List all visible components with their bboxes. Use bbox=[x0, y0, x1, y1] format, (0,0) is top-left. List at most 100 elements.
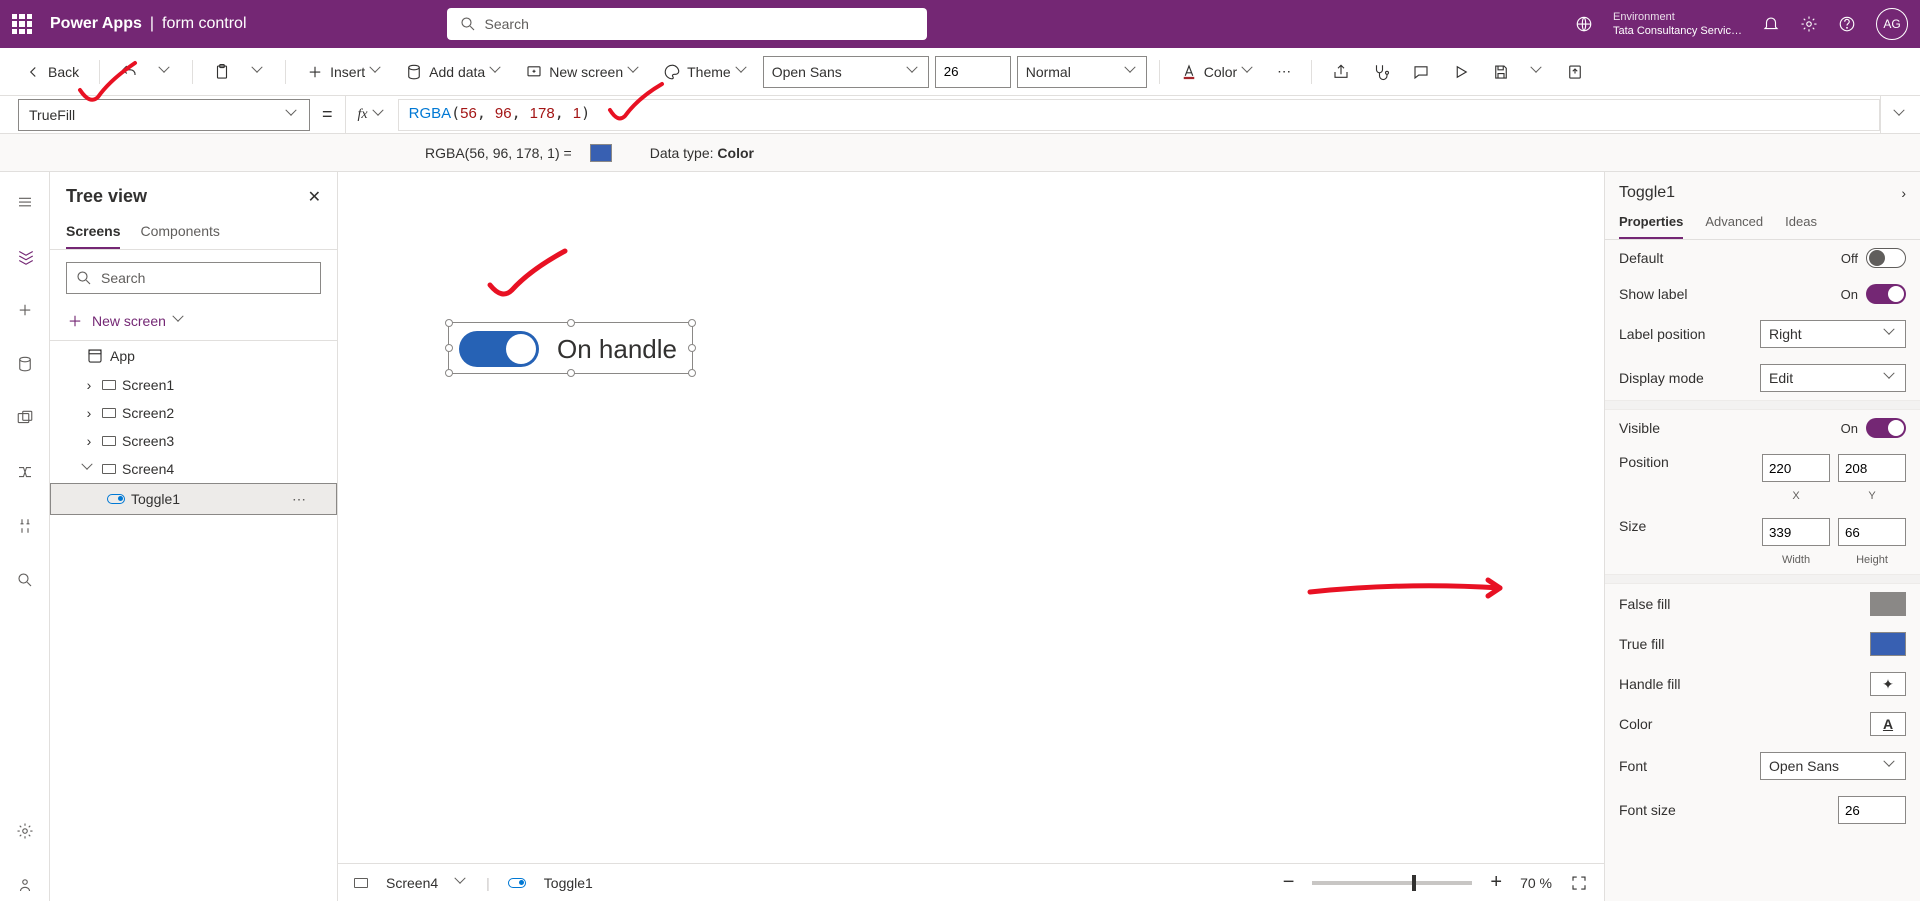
share-button[interactable] bbox=[1324, 59, 1358, 85]
prop-color-color[interactable]: A bbox=[1870, 712, 1906, 736]
selection-frame[interactable]: On handle bbox=[448, 322, 693, 374]
search-icon bbox=[459, 15, 477, 33]
new-screen-button[interactable]: New screen bbox=[517, 59, 649, 85]
prop-handlefill-color[interactable]: ✦ bbox=[1870, 672, 1906, 696]
zoom-in-button[interactable]: + bbox=[1490, 871, 1502, 894]
color-button[interactable]: Color bbox=[1172, 59, 1263, 85]
save-dropdown[interactable] bbox=[1524, 62, 1552, 82]
design-canvas[interactable]: On handle ◂▸ bbox=[338, 172, 1604, 901]
app-header: Power Apps|form control Search Environme… bbox=[0, 0, 1920, 48]
overflow-button[interactable]: ⋯ bbox=[1269, 59, 1299, 84]
resize-handle[interactable] bbox=[688, 369, 696, 377]
prop-height-input[interactable] bbox=[1838, 518, 1906, 546]
status-control[interactable]: Toggle1 bbox=[544, 875, 593, 891]
app-launcher-icon[interactable] bbox=[12, 14, 32, 34]
prop-truefill-color[interactable] bbox=[1870, 632, 1906, 656]
theme-button[interactable]: Theme bbox=[655, 59, 757, 85]
tree-node-screen[interactable]: ›Screen3 bbox=[50, 427, 337, 455]
rail-tools[interactable] bbox=[9, 510, 41, 542]
prop-default-toggle[interactable] bbox=[1866, 248, 1906, 268]
next-control-button[interactable]: › bbox=[1901, 185, 1906, 201]
expand-formula-button[interactable] bbox=[1880, 96, 1920, 133]
tab-advanced[interactable]: Advanced bbox=[1705, 206, 1763, 239]
rail-flows[interactable] bbox=[9, 456, 41, 488]
save-button[interactable] bbox=[1484, 59, 1518, 85]
font-weight-select[interactable]: Normal bbox=[1017, 56, 1147, 88]
tab-components[interactable]: Components bbox=[140, 215, 219, 249]
status-screen[interactable]: Screen4 bbox=[386, 875, 438, 891]
gear-icon[interactable] bbox=[1800, 15, 1818, 33]
tree-node-toggle[interactable]: Toggle1 ⋯ bbox=[50, 483, 337, 515]
resize-handle[interactable] bbox=[445, 319, 453, 327]
tree-node-screen[interactable]: ›Screen2 bbox=[50, 399, 337, 427]
tree-node-app[interactable]: App bbox=[50, 341, 337, 371]
toggle-switch[interactable] bbox=[459, 331, 539, 367]
rail-virtual-agent[interactable] bbox=[9, 869, 41, 901]
prop-visible-toggle[interactable] bbox=[1866, 418, 1906, 438]
paste-button[interactable] bbox=[205, 59, 239, 85]
rail-insert[interactable] bbox=[9, 294, 41, 326]
paste-dropdown[interactable] bbox=[245, 62, 273, 82]
property-select[interactable]: TrueFill bbox=[18, 99, 310, 131]
insert-button[interactable]: Insert bbox=[298, 59, 391, 85]
resize-handle[interactable] bbox=[567, 319, 575, 327]
formula-input[interactable]: RGBA(56, 96, 178, 1) bbox=[398, 99, 1880, 131]
prop-displaymode-select[interactable]: Edit bbox=[1760, 364, 1906, 392]
fx-button[interactable]: fx bbox=[345, 96, 398, 133]
help-icon[interactable] bbox=[1838, 15, 1856, 33]
back-button[interactable]: Back bbox=[16, 59, 87, 85]
tab-ideas[interactable]: Ideas bbox=[1785, 206, 1817, 239]
tree-new-screen[interactable]: New screen bbox=[50, 306, 337, 336]
resize-handle[interactable] bbox=[567, 369, 575, 377]
undo-button[interactable] bbox=[112, 59, 146, 85]
node-more-button[interactable]: ⋯ bbox=[292, 491, 308, 508]
rail-media[interactable] bbox=[9, 402, 41, 434]
checker-button[interactable] bbox=[1364, 59, 1398, 85]
bell-icon[interactable] bbox=[1762, 15, 1780, 33]
prop-labelpos-select[interactable]: Right bbox=[1760, 320, 1906, 348]
share-icon bbox=[1332, 63, 1350, 81]
tree-node-screen[interactable]: ›Screen1 bbox=[50, 371, 337, 399]
preview-button[interactable] bbox=[1444, 59, 1478, 85]
rail-settings[interactable] bbox=[9, 815, 41, 847]
close-tree-button[interactable]: ✕ bbox=[308, 187, 321, 207]
rail-data[interactable] bbox=[9, 348, 41, 380]
rail-hamburger[interactable] bbox=[9, 186, 41, 218]
app-icon bbox=[86, 347, 104, 365]
tree-node-screen[interactable]: Screen4 bbox=[50, 455, 337, 483]
zoom-slider[interactable] bbox=[1312, 881, 1472, 885]
prop-falsefill-color[interactable] bbox=[1870, 592, 1906, 616]
tree-search[interactable]: Search bbox=[66, 262, 321, 294]
font-select[interactable]: Open Sans bbox=[763, 56, 929, 88]
formula-bar: TrueFill = fx RGBA(56, 96, 178, 1) bbox=[0, 96, 1920, 134]
fit-screen-icon[interactable] bbox=[1570, 874, 1588, 892]
resize-handle[interactable] bbox=[688, 319, 696, 327]
comments-button[interactable] bbox=[1404, 59, 1438, 85]
prop-x-input[interactable] bbox=[1762, 454, 1830, 482]
prop-width-input[interactable] bbox=[1762, 518, 1830, 546]
tab-properties[interactable]: Properties bbox=[1619, 206, 1683, 239]
resize-handle[interactable] bbox=[445, 344, 453, 352]
environment-picker[interactable]: Environment Tata Consultancy Servic… bbox=[1613, 10, 1742, 38]
zoom-out-button[interactable]: − bbox=[1283, 871, 1295, 894]
plus-icon bbox=[66, 312, 84, 330]
add-data-button[interactable]: Add data bbox=[397, 59, 511, 85]
user-avatar[interactable]: AG bbox=[1876, 8, 1908, 40]
publish-button[interactable] bbox=[1558, 59, 1592, 85]
resize-handle[interactable] bbox=[445, 369, 453, 377]
toggle-control[interactable]: On handle bbox=[459, 331, 677, 367]
prop-fontsize-input[interactable] bbox=[1838, 796, 1906, 824]
resize-handle[interactable] bbox=[688, 344, 696, 352]
font-size-input[interactable] bbox=[935, 56, 1011, 88]
undo-dropdown[interactable] bbox=[152, 62, 180, 82]
prop-y-input[interactable] bbox=[1838, 454, 1906, 482]
publish-icon bbox=[1566, 63, 1584, 81]
prop-showlabel-toggle[interactable] bbox=[1866, 284, 1906, 304]
rail-search[interactable] bbox=[9, 564, 41, 596]
toggle-label: On handle bbox=[557, 334, 677, 365]
rail-tree-view[interactable] bbox=[9, 240, 41, 272]
prop-default-label: Default bbox=[1619, 250, 1663, 266]
tab-screens[interactable]: Screens bbox=[66, 215, 120, 249]
global-search[interactable]: Search bbox=[447, 8, 927, 40]
prop-font-select[interactable]: Open Sans bbox=[1760, 752, 1906, 780]
